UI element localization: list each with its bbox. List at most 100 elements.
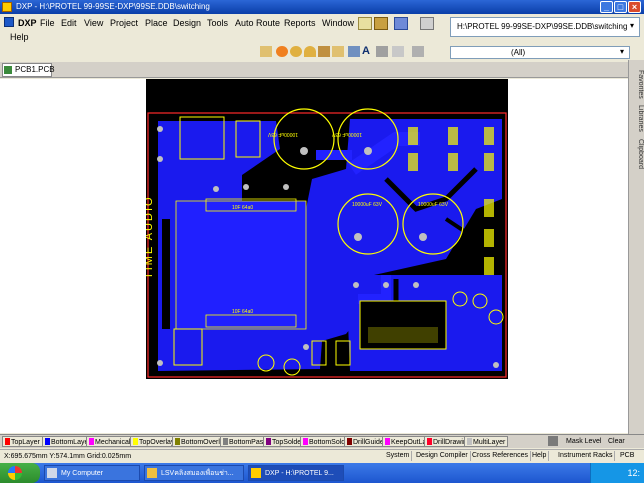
layer-swatch bbox=[175, 438, 180, 445]
filter-value: (All) bbox=[511, 48, 526, 57]
layer-swatch bbox=[5, 438, 10, 445]
mask-level-button[interactable]: Mask Level bbox=[566, 436, 601, 447]
resistor bbox=[484, 257, 494, 275]
layer-label: TopLayer bbox=[11, 439, 40, 446]
resistor bbox=[408, 127, 418, 145]
layer-label: DrillGuide bbox=[353, 439, 384, 446]
menu-edit[interactable]: Edit bbox=[61, 16, 77, 30]
pcb-document-icon bbox=[4, 66, 12, 74]
clock: 12: bbox=[627, 468, 640, 478]
task-label: DXP - H:\PROTEL 9... bbox=[265, 470, 334, 477]
pad bbox=[354, 233, 362, 241]
arc-tool-icon[interactable] bbox=[304, 46, 316, 57]
status-help-button[interactable]: Help bbox=[530, 451, 550, 461]
windows-logo-icon bbox=[8, 466, 22, 480]
layer-tab-drillguide[interactable]: DrillGuide bbox=[344, 436, 387, 447]
pcb-board[interactable]: 10000uF 63V 10000uF 63V 10000uF 63V 1000… bbox=[146, 79, 508, 379]
menu-file[interactable]: File bbox=[40, 16, 55, 30]
menu-view[interactable]: View bbox=[84, 16, 103, 30]
status-instrument-racks-button[interactable]: Instrument Racks bbox=[556, 451, 616, 461]
panel-tab-libraries[interactable]: Libraries bbox=[630, 100, 644, 136]
coords-readout: X:695.675mm Y:574.1mm Grid:0.025mm bbox=[4, 453, 132, 460]
layer-tab-multilayer[interactable]: MultiLayer bbox=[464, 436, 509, 447]
new-document-icon[interactable] bbox=[358, 17, 372, 30]
chip-label-2: 10F 64a0 bbox=[232, 309, 253, 315]
layer-swatch bbox=[427, 438, 432, 445]
wire-tool-icon[interactable] bbox=[260, 46, 272, 57]
menu-place[interactable]: Place bbox=[145, 16, 168, 30]
computer-icon bbox=[47, 468, 57, 478]
layer-swatch bbox=[266, 438, 271, 445]
layer-tab-topoverlay[interactable]: TopOverlay bbox=[130, 436, 178, 447]
menu-window[interactable]: Window bbox=[322, 16, 354, 30]
close-button[interactable]: × bbox=[628, 1, 641, 13]
save-icon[interactable] bbox=[394, 17, 408, 30]
status-pcb-button[interactable]: PCB bbox=[618, 451, 636, 461]
room-tool-icon[interactable] bbox=[412, 46, 424, 57]
resistor bbox=[408, 153, 418, 171]
polygon-tool-icon[interactable] bbox=[332, 46, 344, 57]
layer-swatch bbox=[223, 438, 228, 445]
layer-swatch bbox=[133, 438, 138, 445]
driver-ic-body bbox=[368, 327, 438, 343]
right-panel: Favorites Libraries Clipboard bbox=[628, 60, 644, 436]
print-icon[interactable] bbox=[420, 17, 434, 30]
chevron-down-icon[interactable]: ▾ bbox=[630, 22, 638, 30]
task-my-computer[interactable]: My Computer bbox=[44, 465, 140, 481]
fill-tool-icon[interactable] bbox=[318, 46, 330, 57]
mask-level-icon[interactable] bbox=[548, 436, 558, 446]
menu-tools[interactable]: Tools bbox=[207, 16, 228, 30]
silk-strip bbox=[162, 219, 170, 329]
minimize-button[interactable]: _ bbox=[600, 1, 613, 13]
menu-help[interactable]: Help bbox=[10, 30, 29, 44]
menu-reports[interactable]: Reports bbox=[284, 16, 316, 30]
resistor bbox=[448, 127, 458, 145]
menu-auto-route[interactable]: Auto Route bbox=[235, 16, 280, 30]
clear-button[interactable]: Clear bbox=[608, 436, 625, 447]
resistor bbox=[484, 229, 494, 247]
menu-design[interactable]: Design bbox=[173, 16, 201, 30]
cap-label-3: 10000uF 63V bbox=[352, 202, 383, 208]
status-design-compiler-button[interactable]: Design Compiler bbox=[414, 451, 471, 461]
maximize-button[interactable]: □ bbox=[614, 1, 627, 13]
pad bbox=[157, 126, 163, 132]
pad-tool-icon[interactable] bbox=[276, 46, 288, 57]
via-tool-icon[interactable] bbox=[290, 46, 302, 57]
task-label: LSVคลิงสมองเพื่อนช่า... bbox=[161, 470, 234, 477]
layer-label: Mechanical1 bbox=[95, 439, 135, 446]
menu-dxp[interactable]: DXP bbox=[18, 16, 37, 30]
menu-bar: DXP File Edit View Project Place Design … bbox=[0, 14, 450, 44]
open-folder-icon[interactable] bbox=[374, 17, 388, 30]
cap-label-2: 10000uF 63V bbox=[331, 131, 362, 137]
dxp-icon bbox=[4, 17, 14, 27]
app-icon bbox=[2, 2, 12, 12]
dimension-tool-icon[interactable] bbox=[376, 46, 388, 57]
component-tool-icon[interactable] bbox=[348, 46, 360, 57]
pad bbox=[493, 362, 499, 368]
layer-label: TopOverlay bbox=[139, 439, 175, 446]
chip-label-1: 10F 64a0 bbox=[232, 205, 253, 211]
filter-chevron-icon[interactable]: ▾ bbox=[620, 47, 628, 57]
project-path: H:\PROTEL 99-99SE-DXP\99SE.DDB\switching bbox=[457, 22, 628, 31]
menu-project[interactable]: Project bbox=[110, 16, 138, 30]
panel-tab-clipboard[interactable]: Clipboard bbox=[630, 136, 644, 172]
title-bar: DXP - H:\PROTEL 99-99SE-DXP\99SE.DDB\swi… bbox=[0, 0, 644, 14]
layer-swatch bbox=[347, 438, 352, 445]
coordinate-tool-icon[interactable] bbox=[392, 46, 404, 57]
project-path-box[interactable]: H:\PROTEL 99-99SE-DXP\99SE.DDB\switching bbox=[450, 17, 640, 37]
layer-tab-toplayer[interactable]: TopLayer bbox=[2, 436, 43, 447]
task-thai-document[interactable]: LSVคลิงสมองเพื่อนช่า... bbox=[144, 465, 244, 481]
pad bbox=[243, 184, 249, 190]
cap-label-4: 10000uF 63V bbox=[418, 202, 449, 208]
layer-swatch bbox=[303, 438, 308, 445]
layer-swatch bbox=[385, 438, 390, 445]
panel-tab-favorites[interactable]: Favorites bbox=[630, 66, 644, 102]
dxp-task-icon bbox=[251, 468, 261, 478]
filter-dropdown[interactable]: (All) bbox=[450, 46, 630, 59]
status-system-button[interactable]: System bbox=[384, 451, 413, 461]
task-dxp[interactable]: DXP - H:\PROTEL 9... bbox=[248, 465, 344, 481]
status-cross-references-button[interactable]: Cross References bbox=[470, 451, 532, 461]
resistor bbox=[484, 153, 494, 171]
document-tab-strip bbox=[0, 62, 630, 78]
text-tool-icon[interactable]: A bbox=[362, 46, 374, 57]
